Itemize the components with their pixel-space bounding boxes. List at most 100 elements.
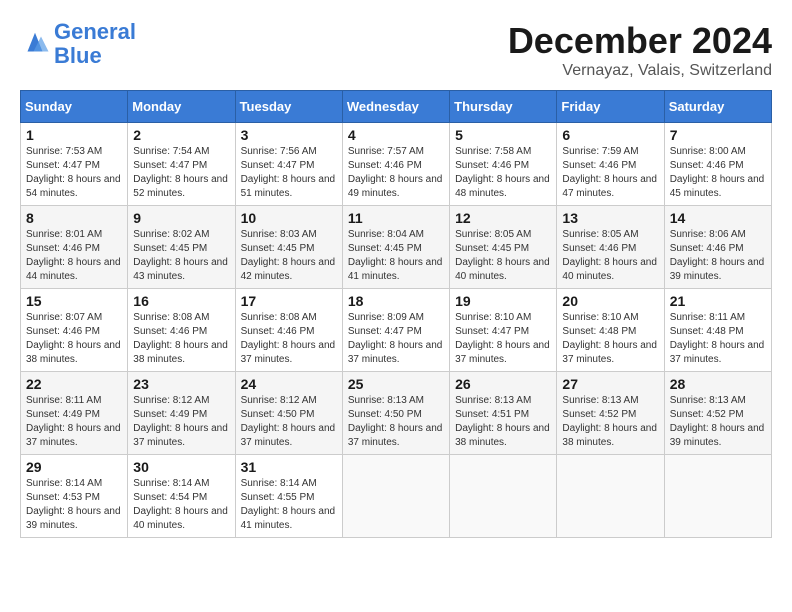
calendar-cell: 15 Sunrise: 8:07 AM Sunset: 4:46 PM Dayl… [21,289,128,372]
day-info: Sunrise: 7:59 AM Sunset: 4:46 PM Dayligh… [562,145,658,201]
sunrise-label: Sunrise: 8:14 AM [26,478,102,489]
daylight-label: Daylight: 8 hours and 37 minutes. [133,423,228,448]
day-number: 9 [133,210,229,226]
sunset-label: Sunset: 4:49 PM [26,409,100,420]
daylight-label: Daylight: 8 hours and 39 minutes. [670,257,765,282]
calendar-cell: 21 Sunrise: 8:11 AM Sunset: 4:48 PM Dayl… [664,289,771,372]
sunrise-label: Sunrise: 7:59 AM [562,146,638,157]
daylight-label: Daylight: 8 hours and 39 minutes. [26,506,121,531]
daylight-label: Daylight: 8 hours and 51 minutes. [241,174,336,199]
day-number: 18 [348,293,444,309]
day-info: Sunrise: 8:11 AM Sunset: 4:48 PM Dayligh… [670,311,766,367]
daylight-label: Daylight: 8 hours and 40 minutes. [455,257,550,282]
day-number: 29 [26,459,122,475]
calendar-cell: 27 Sunrise: 8:13 AM Sunset: 4:52 PM Dayl… [557,372,664,455]
daylight-label: Daylight: 8 hours and 41 minutes. [348,257,443,282]
day-info: Sunrise: 8:12 AM Sunset: 4:50 PM Dayligh… [241,394,337,450]
logo: General Blue [20,20,136,68]
day-info: Sunrise: 8:14 AM Sunset: 4:55 PM Dayligh… [241,477,337,533]
logo-line1: General [54,19,136,44]
calendar-cell: 28 Sunrise: 8:13 AM Sunset: 4:52 PM Dayl… [664,372,771,455]
sunrise-label: Sunrise: 8:11 AM [26,395,101,406]
sunrise-label: Sunrise: 8:10 AM [455,312,531,323]
daylight-label: Daylight: 8 hours and 52 minutes. [133,174,228,199]
header: General Blue December 2024 Vernayaz, Val… [20,20,772,80]
calendar-cell: 11 Sunrise: 8:04 AM Sunset: 4:45 PM Dayl… [342,206,449,289]
sunrise-label: Sunrise: 7:56 AM [241,146,317,157]
sunrise-label: Sunrise: 8:13 AM [562,395,638,406]
calendar-cell: 10 Sunrise: 8:03 AM Sunset: 4:45 PM Dayl… [235,206,342,289]
calendar-cell: 9 Sunrise: 8:02 AM Sunset: 4:45 PM Dayli… [128,206,235,289]
day-info: Sunrise: 8:08 AM Sunset: 4:46 PM Dayligh… [241,311,337,367]
sunrise-label: Sunrise: 8:11 AM [670,312,745,323]
sunrise-label: Sunrise: 8:14 AM [241,478,317,489]
sunrise-label: Sunrise: 7:58 AM [455,146,531,157]
calendar-cell: 16 Sunrise: 8:08 AM Sunset: 4:46 PM Dayl… [128,289,235,372]
sunset-label: Sunset: 4:47 PM [455,326,529,337]
day-info: Sunrise: 7:54 AM Sunset: 4:47 PM Dayligh… [133,145,229,201]
calendar-cell: 31 Sunrise: 8:14 AM Sunset: 4:55 PM Dayl… [235,455,342,538]
day-info: Sunrise: 8:13 AM Sunset: 4:50 PM Dayligh… [348,394,444,450]
sunrise-label: Sunrise: 8:02 AM [133,229,209,240]
day-number: 6 [562,127,658,143]
daylight-label: Daylight: 8 hours and 38 minutes. [133,340,228,365]
sunrise-label: Sunrise: 8:09 AM [348,312,424,323]
header-day-monday: Monday [128,91,235,123]
sunset-label: Sunset: 4:45 PM [133,243,207,254]
day-info: Sunrise: 8:14 AM Sunset: 4:54 PM Dayligh… [133,477,229,533]
calendar-cell: 8 Sunrise: 8:01 AM Sunset: 4:46 PM Dayli… [21,206,128,289]
day-number: 16 [133,293,229,309]
sunset-label: Sunset: 4:46 PM [562,243,636,254]
daylight-label: Daylight: 8 hours and 39 minutes. [670,423,765,448]
calendar-cell: 6 Sunrise: 7:59 AM Sunset: 4:46 PM Dayli… [557,123,664,206]
day-number: 30 [133,459,229,475]
sunset-label: Sunset: 4:45 PM [455,243,529,254]
header-day-wednesday: Wednesday [342,91,449,123]
sunset-label: Sunset: 4:52 PM [562,409,636,420]
day-info: Sunrise: 7:56 AM Sunset: 4:47 PM Dayligh… [241,145,337,201]
calendar-cell: 25 Sunrise: 8:13 AM Sunset: 4:50 PM Dayl… [342,372,449,455]
header-day-saturday: Saturday [664,91,771,123]
day-number: 23 [133,376,229,392]
sunset-label: Sunset: 4:50 PM [241,409,315,420]
day-info: Sunrise: 8:13 AM Sunset: 4:52 PM Dayligh… [562,394,658,450]
calendar-cell: 17 Sunrise: 8:08 AM Sunset: 4:46 PM Dayl… [235,289,342,372]
week-row-1: 1 Sunrise: 7:53 AM Sunset: 4:47 PM Dayli… [21,123,772,206]
day-number: 25 [348,376,444,392]
day-info: Sunrise: 8:13 AM Sunset: 4:52 PM Dayligh… [670,394,766,450]
sunset-label: Sunset: 4:55 PM [241,492,315,503]
day-info: Sunrise: 8:01 AM Sunset: 4:46 PM Dayligh… [26,228,122,284]
day-info: Sunrise: 7:53 AM Sunset: 4:47 PM Dayligh… [26,145,122,201]
day-number: 15 [26,293,122,309]
day-number: 3 [241,127,337,143]
calendar-cell: 14 Sunrise: 8:06 AM Sunset: 4:46 PM Dayl… [664,206,771,289]
daylight-label: Daylight: 8 hours and 38 minutes. [562,423,657,448]
day-info: Sunrise: 8:06 AM Sunset: 4:46 PM Dayligh… [670,228,766,284]
day-number: 27 [562,376,658,392]
day-info: Sunrise: 8:05 AM Sunset: 4:45 PM Dayligh… [455,228,551,284]
calendar-subtitle: Vernayaz, Valais, Switzerland [508,62,772,80]
header-day-thursday: Thursday [450,91,557,123]
calendar-cell: 13 Sunrise: 8:05 AM Sunset: 4:46 PM Dayl… [557,206,664,289]
sunrise-label: Sunrise: 8:05 AM [455,229,531,240]
sunset-label: Sunset: 4:45 PM [241,243,315,254]
daylight-label: Daylight: 8 hours and 37 minutes. [670,340,765,365]
sunset-label: Sunset: 4:46 PM [133,326,207,337]
calendar-cell: 20 Sunrise: 8:10 AM Sunset: 4:48 PM Dayl… [557,289,664,372]
calendar-cell: 29 Sunrise: 8:14 AM Sunset: 4:53 PM Dayl… [21,455,128,538]
week-row-5: 29 Sunrise: 8:14 AM Sunset: 4:53 PM Dayl… [21,455,772,538]
sunrise-label: Sunrise: 8:07 AM [26,312,102,323]
calendar-cell: 4 Sunrise: 7:57 AM Sunset: 4:46 PM Dayli… [342,123,449,206]
calendar-cell: 7 Sunrise: 8:00 AM Sunset: 4:46 PM Dayli… [664,123,771,206]
calendar-cell: 22 Sunrise: 8:11 AM Sunset: 4:49 PM Dayl… [21,372,128,455]
day-number: 21 [670,293,766,309]
daylight-label: Daylight: 8 hours and 40 minutes. [562,257,657,282]
day-info: Sunrise: 8:07 AM Sunset: 4:46 PM Dayligh… [26,311,122,367]
sunrise-label: Sunrise: 7:57 AM [348,146,424,157]
day-info: Sunrise: 8:02 AM Sunset: 4:45 PM Dayligh… [133,228,229,284]
sunset-label: Sunset: 4:53 PM [26,492,100,503]
daylight-label: Daylight: 8 hours and 43 minutes. [133,257,228,282]
sunset-label: Sunset: 4:46 PM [562,160,636,171]
daylight-label: Daylight: 8 hours and 37 minutes. [241,340,336,365]
day-number: 26 [455,376,551,392]
